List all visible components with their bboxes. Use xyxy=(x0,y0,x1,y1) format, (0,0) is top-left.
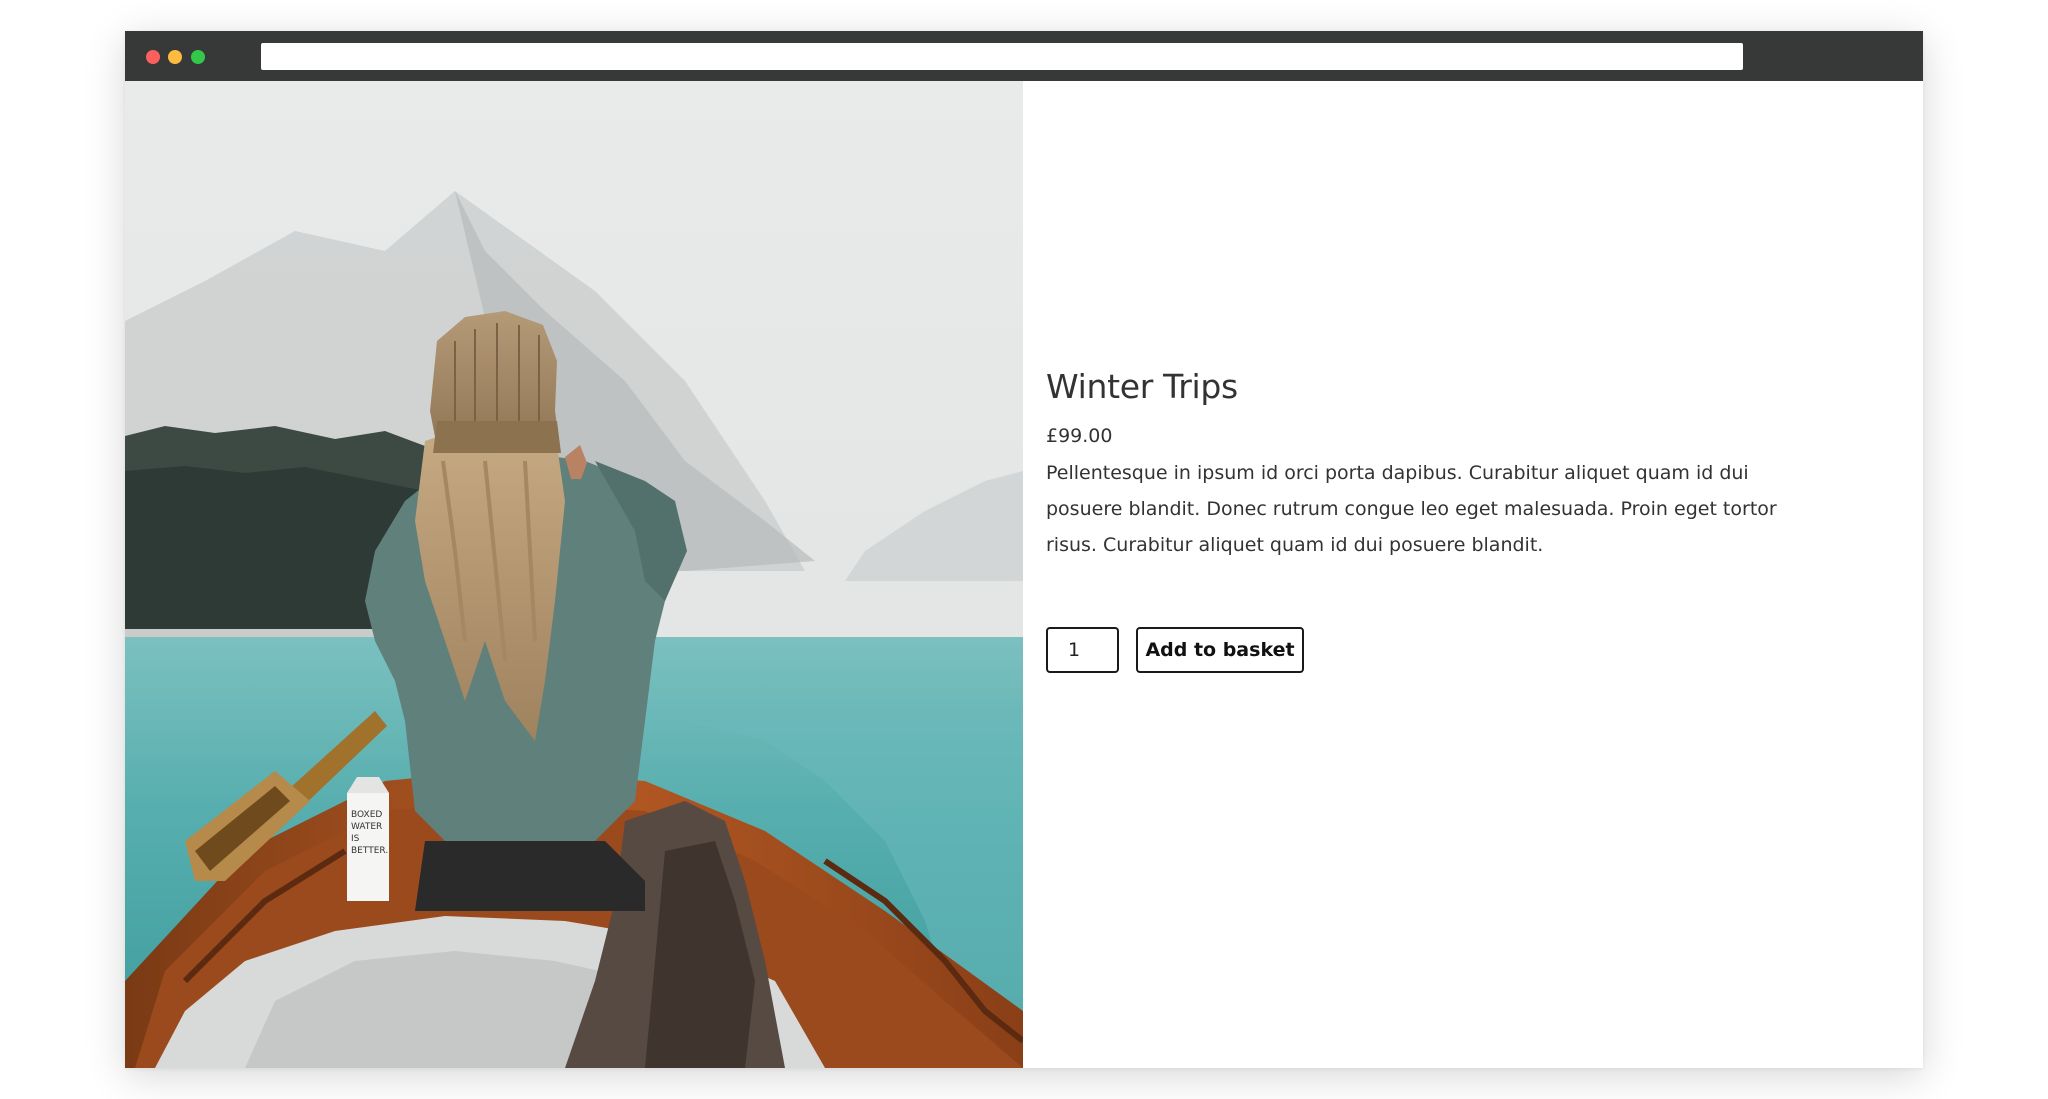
address-bar[interactable] xyxy=(261,43,1743,70)
close-window-button[interactable] xyxy=(146,50,160,64)
product-price: £99.00 xyxy=(1046,425,1113,447)
product-title: Winter Trips xyxy=(1046,367,1238,406)
product-description: Pellentesque in ipsum id orci porta dapi… xyxy=(1046,462,1777,556)
add-to-basket-button[interactable]: Add to basket xyxy=(1136,627,1304,673)
carton-text-1: BOXED xyxy=(351,810,382,820)
product-image: BOXED WATER IS BETTER. xyxy=(125,81,1023,1068)
product-info: Winter Trips £99.00 Pellentesque in ipsu… xyxy=(1046,81,1866,1068)
browser-titlebar xyxy=(125,31,1923,81)
quantity-input[interactable] xyxy=(1046,627,1119,673)
carton-text-4: BETTER. xyxy=(351,846,388,856)
browser-window: BOXED WATER IS BETTER. Winter Trips £99.… xyxy=(125,31,1923,1068)
minimize-window-button[interactable] xyxy=(168,50,182,64)
carton-text-3: IS xyxy=(351,834,360,844)
carton-text-2: WATER xyxy=(351,822,382,832)
maximize-window-button[interactable] xyxy=(191,50,205,64)
